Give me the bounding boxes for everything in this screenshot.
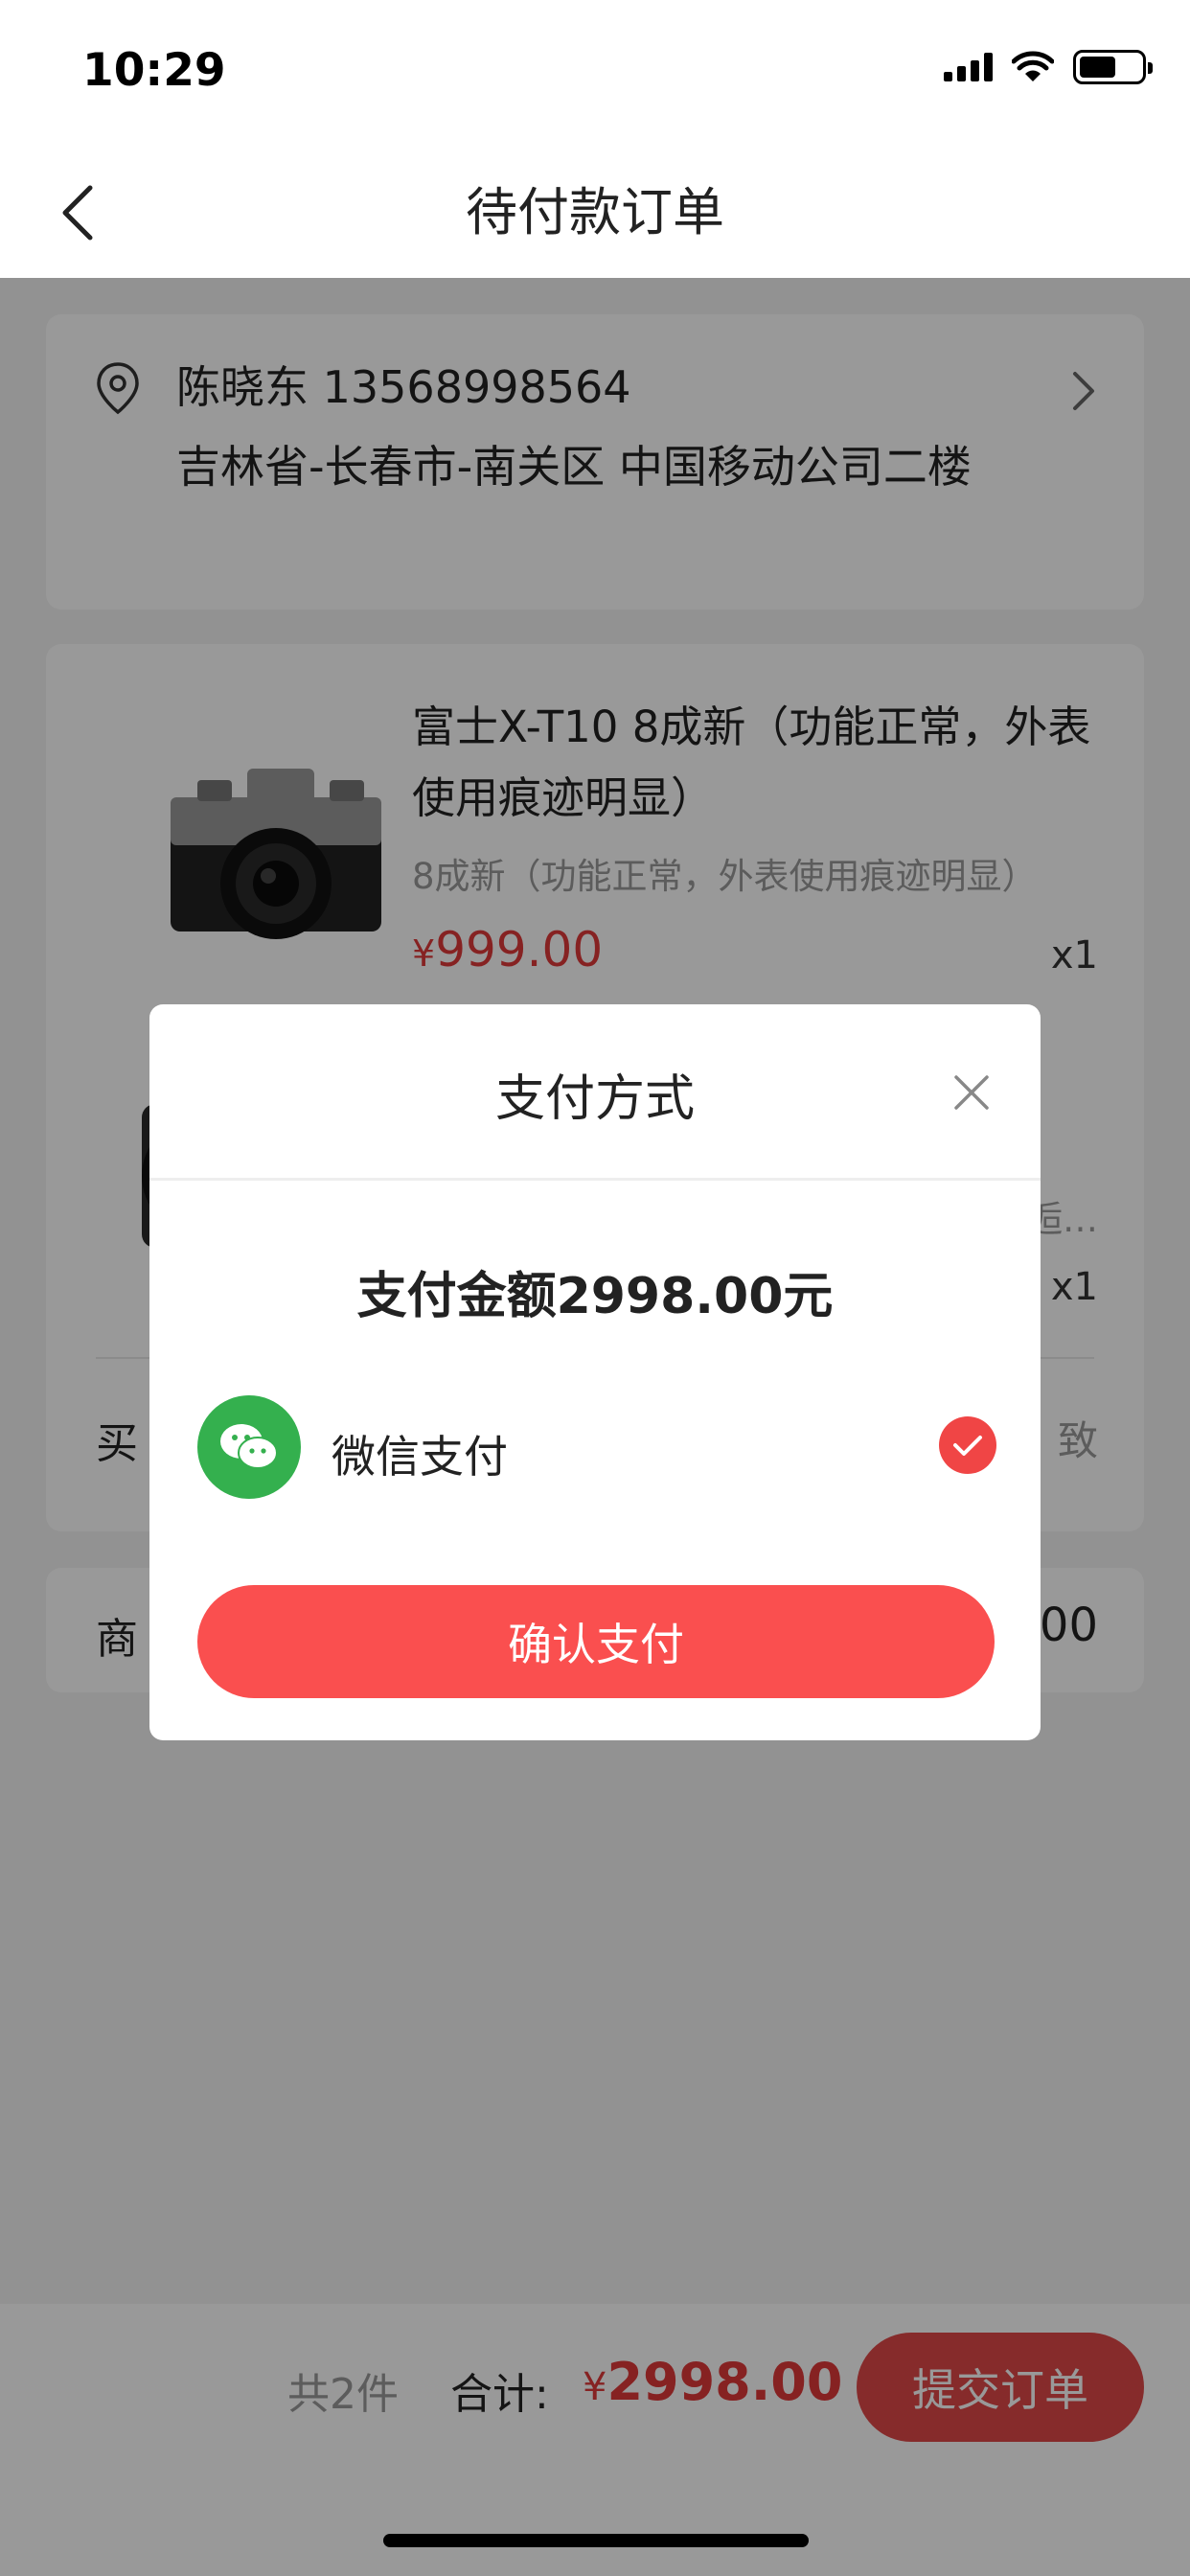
page-title: 待付款订单 — [466, 182, 724, 242]
nav-bar: 待付款订单 — [0, 144, 1190, 278]
cellular-signal-icon — [944, 53, 993, 81]
wechat-pay-label: 微信支付 — [332, 1431, 508, 1483]
dialog-header: 支付方式 — [149, 1004, 1041, 1181]
confirm-pay-button[interactable]: 确认支付 — [197, 1585, 995, 1698]
battery-icon — [1073, 50, 1153, 84]
wechat-pay-option[interactable]: 微信支付 — [197, 1395, 996, 1501]
status-bar: 10:29 — [0, 0, 1190, 144]
close-icon[interactable] — [950, 1071, 993, 1114]
payment-amount: 支付金额2998.00元 — [356, 1268, 834, 1325]
status-time: 10:29 — [82, 44, 226, 97]
wifi-icon — [1012, 51, 1054, 81]
home-indicator[interactable] — [383, 2534, 809, 2547]
dialog-title: 支付方式 — [494, 1070, 695, 1128]
selected-check-icon[interactable] — [939, 1416, 996, 1474]
status-icons — [944, 50, 1153, 84]
wechat-icon — [197, 1395, 301, 1499]
payment-method-dialog: 支付方式 支付金额2998.00元 微信支付 确认支付 — [149, 1004, 1041, 1740]
